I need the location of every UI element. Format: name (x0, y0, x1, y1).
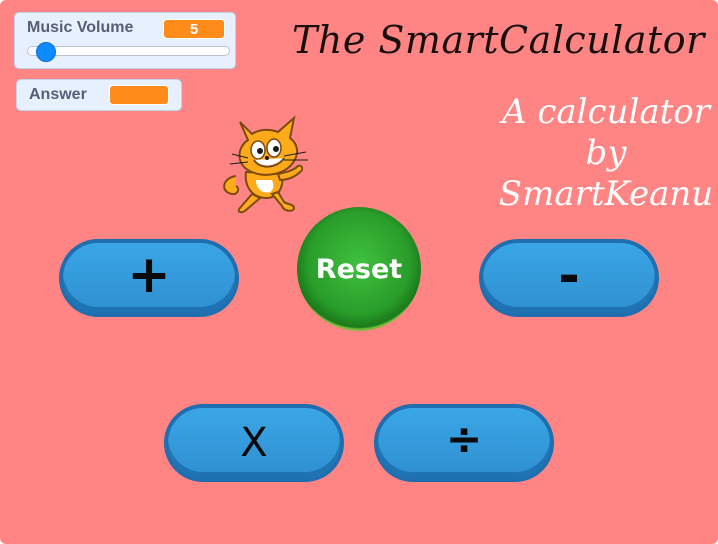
music-volume-value: 5 (163, 19, 225, 39)
music-volume-slider-track[interactable] (27, 46, 230, 56)
scratch-cat-sprite[interactable] (218, 114, 318, 218)
music-volume-slider-thumb[interactable] (36, 42, 57, 62)
app-title: The SmartCalculator (292, 18, 705, 62)
add-button[interactable]: + (59, 239, 239, 317)
subtract-button[interactable]: - (479, 239, 659, 317)
subtitle: A calculator by SmartKeanu (496, 92, 716, 215)
add-button-label: + (127, 245, 171, 305)
stage: Music Volume 5 Answer The SmartCalculato… (0, 0, 718, 544)
multiply-button[interactable]: X (164, 404, 344, 482)
answer-label: Answer (29, 86, 87, 103)
answer-value (109, 85, 169, 105)
subtract-button-label: - (558, 246, 580, 306)
subtitle-line-3: SmartKeanu (498, 174, 714, 214)
divide-button-label: ÷ (445, 413, 483, 465)
divide-button[interactable]: ÷ (374, 404, 554, 482)
subtitle-line-2: by (585, 133, 627, 173)
reset-button-label: Reset (315, 253, 403, 285)
music-volume-label: Music Volume (27, 19, 134, 36)
answer-monitor: Answer (16, 79, 182, 111)
reset-button[interactable]: Reset (297, 207, 421, 331)
music-volume-monitor: Music Volume 5 (14, 12, 236, 69)
multiply-button-label: X (240, 420, 268, 466)
subtitle-line-1: A calculator (501, 92, 711, 132)
